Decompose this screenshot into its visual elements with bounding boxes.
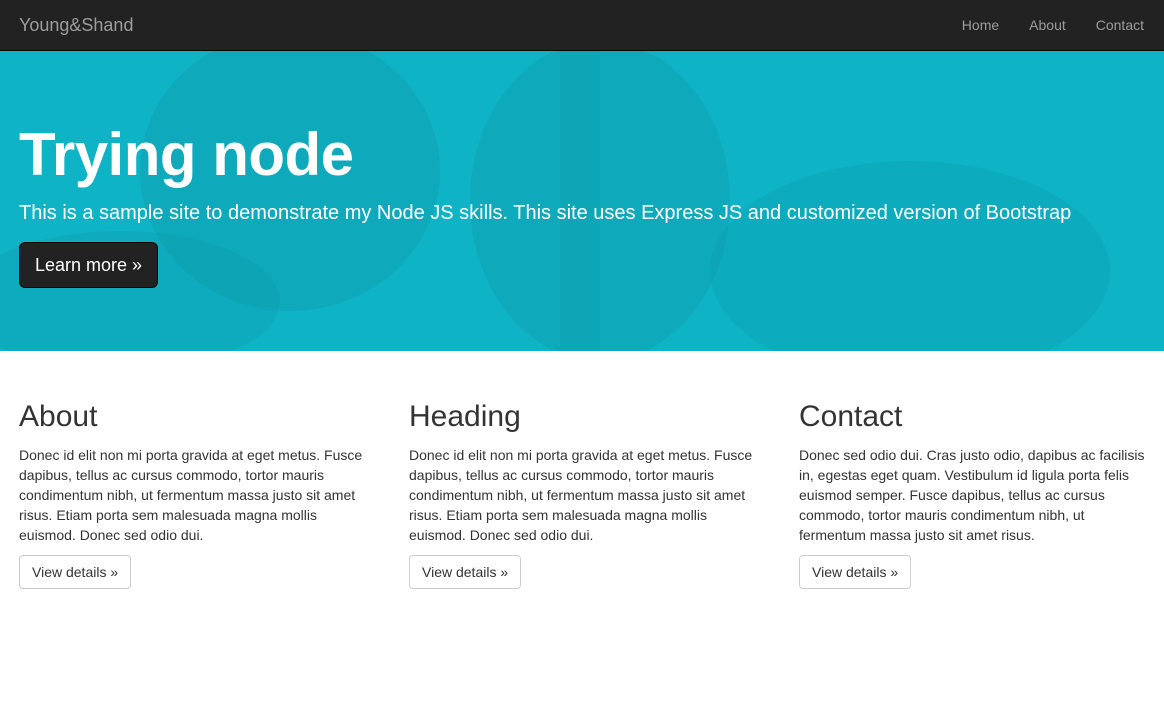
view-details-button[interactable]: View details » — [799, 555, 912, 589]
hero-subtitle: This is a sample site to demonstrate my … — [19, 202, 1072, 224]
column-heading: Heading — [409, 400, 521, 433]
heading-column: Heading Donec id elit non mi porta gravi… — [409, 400, 764, 589]
view-details-button[interactable]: View details » — [409, 555, 522, 589]
column-text: Donec sed odio dui. Cras justo odio, dap… — [799, 447, 1145, 543]
column-text: Donec id elit non mi porta gravida at eg… — [19, 447, 363, 543]
hero-title: Trying node — [19, 121, 354, 188]
about-column: About Donec id elit non mi porta gravida… — [19, 400, 374, 589]
brand-link[interactable]: Young&Shand — [19, 14, 133, 36]
learn-more-button[interactable]: Learn more » — [19, 242, 158, 288]
column-text: Donec id elit non mi porta gravida at eg… — [409, 447, 753, 543]
navbar: Young&Shand Home About Contact — [0, 0, 1164, 51]
hero-jumbotron: Trying node This is a sample site to dem… — [0, 51, 1164, 351]
nav-link-home[interactable]: Home — [962, 15, 999, 35]
column-heading: Contact — [799, 400, 903, 433]
contact-column: Contact Donec sed odio dui. Cras justo o… — [799, 400, 1154, 589]
column-heading: About — [19, 400, 98, 433]
nav-links: Home About Contact — [932, 0, 1144, 50]
nav-link-contact[interactable]: Contact — [1096, 15, 1144, 35]
nav-link-about[interactable]: About — [1029, 15, 1066, 35]
view-details-button[interactable]: View details » — [19, 555, 132, 589]
